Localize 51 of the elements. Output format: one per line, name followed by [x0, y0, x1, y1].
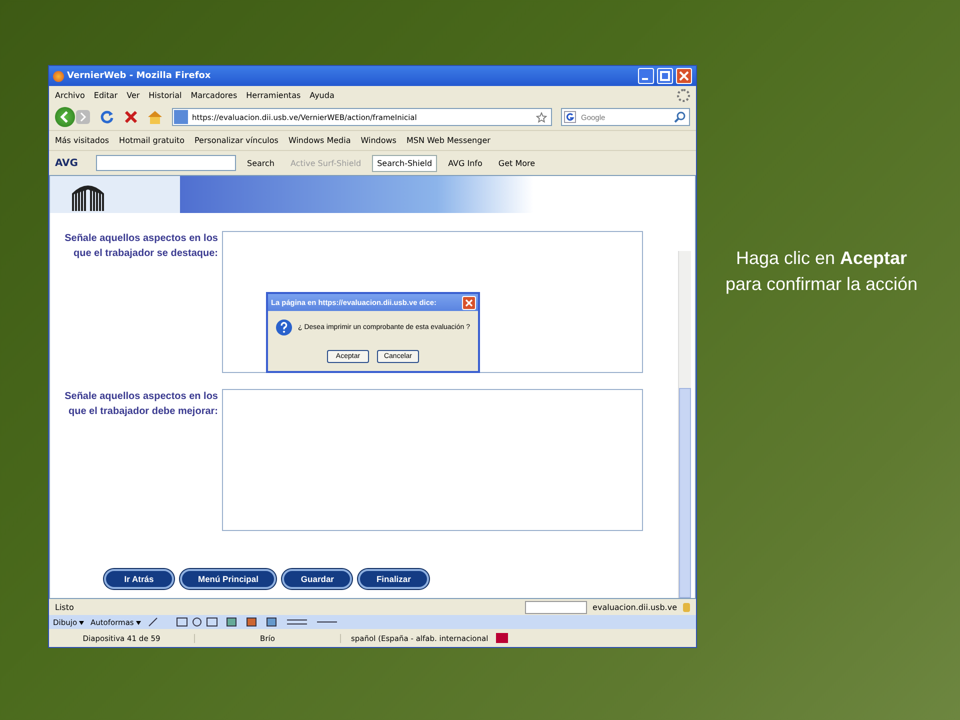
lock-icon — [683, 602, 690, 612]
avg-logo[interactable]: AVG — [55, 158, 78, 168]
bookmark-item[interactable]: Windows Media — [288, 136, 351, 145]
minimize-button[interactable] — [638, 68, 654, 84]
menu-item[interactable]: Ayuda — [310, 90, 334, 100]
bookmark-item[interactable]: Windows — [360, 136, 396, 145]
spelling-icon — [496, 633, 508, 643]
question-icon — [276, 319, 292, 336]
throbber-icon — [677, 88, 690, 102]
field-label: Señale aquellos aspectos en los que el trabajador debe mejorar: — [64, 390, 218, 419]
maximize-button[interactable] — [657, 68, 673, 84]
status-text: Listo — [55, 602, 75, 612]
menu-item[interactable]: Historial — [148, 90, 182, 100]
toolbar-button[interactable]: Get More — [493, 154, 540, 172]
toolbar-button[interactable]: Search — [242, 154, 280, 172]
caret-icon[interactable] — [79, 620, 84, 624]
avg-search-field[interactable] — [96, 155, 236, 171]
form-button[interactable]: Finalizar — [358, 569, 429, 589]
menu-item[interactable]: Archivo — [55, 90, 85, 100]
window-title: VernierWeb - Mozilla Firefox — [67, 71, 212, 81]
status-host: evaluacion.dii.usb.ve — [592, 602, 677, 612]
form-button[interactable]: Ir Atrás — [104, 569, 174, 589]
toolbar-button[interactable]: Search-Shield — [372, 154, 438, 172]
search-engine-icon[interactable] — [564, 111, 576, 123]
stop-icon[interactable] — [124, 110, 138, 124]
close-icon[interactable] — [465, 298, 473, 306]
toolbar-button[interactable]: AVG Info — [443, 154, 488, 172]
bookmark-item[interactable]: MSN Web Messenger — [406, 136, 490, 145]
close-icon[interactable] — [679, 71, 689, 81]
close-button[interactable] — [462, 296, 476, 310]
menu-item[interactable]: Herramientas — [246, 90, 301, 100]
menu-item[interactable]: Ver — [126, 90, 140, 100]
status-field — [524, 600, 587, 614]
firefox-icon — [53, 70, 64, 82]
home-icon[interactable] — [147, 110, 163, 124]
slide-caption: Haga clic en Aceptar para confirmar la acción — [724, 247, 919, 296]
maximize-icon[interactable] — [660, 71, 670, 81]
menu-item[interactable]: Marcadores — [190, 90, 238, 100]
page-icon — [174, 110, 188, 124]
scrollbar[interactable] — [678, 251, 691, 598]
reload-icon[interactable] — [99, 109, 115, 125]
close-button[interactable] — [676, 68, 692, 84]
bookmark-item[interactable]: Personalizar vínculos — [194, 136, 278, 145]
form-button[interactable]: Menú Principal — [180, 569, 276, 589]
bookmark-item[interactable]: Hotmail gratuito — [119, 136, 185, 145]
caret-icon[interactable] — [136, 620, 142, 624]
bookmark-item[interactable]: Más visitados — [55, 136, 110, 145]
form-button[interactable]: Guardar — [282, 569, 352, 589]
search-icon[interactable] — [674, 111, 686, 123]
field-label: Señale aquellos aspectos en los que el trabajador se destaque: — [64, 232, 218, 261]
menu-item[interactable]: Editar — [94, 90, 118, 100]
